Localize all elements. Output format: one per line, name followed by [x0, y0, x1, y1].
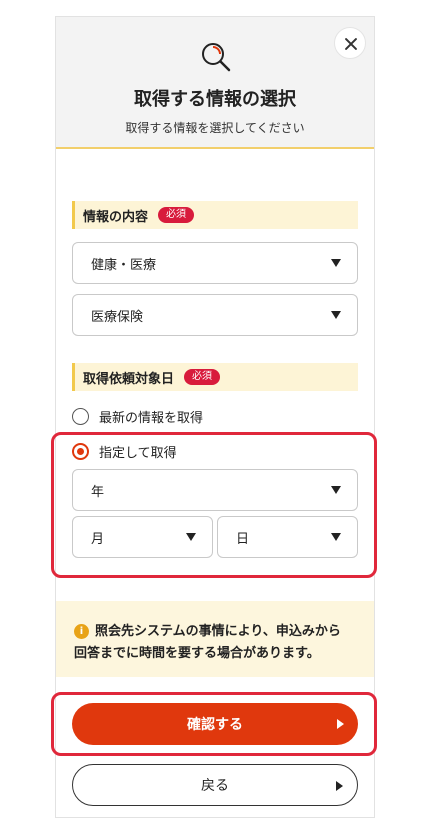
notice-line-1: 照会先システムの事情により、申込みから: [95, 624, 341, 639]
search-icon: [202, 43, 231, 72]
dropdown-caret-icon: [331, 311, 341, 319]
radio-latest-label: 最新の情報を取得: [99, 411, 204, 426]
date-section-label: 取得依頼対象日 必須: [72, 363, 358, 391]
back-button[interactable]: 戻る: [72, 764, 358, 806]
required-badge: 必須: [158, 207, 195, 223]
arrow-right-icon: [336, 781, 343, 791]
radio-latest-option[interactable]: 最新の情報を取得: [72, 407, 203, 426]
close-icon[interactable]: [334, 27, 366, 59]
back-button-label: 戻る: [201, 778, 229, 794]
dropdown-caret-icon: [331, 259, 341, 267]
required-badge: 必須: [184, 369, 221, 385]
modal-subtitle: 取得する情報を選択してください: [125, 121, 305, 135]
info-subcategory-value: 医療保険: [91, 309, 144, 325]
info-section-label: 情報の内容 必須: [72, 201, 358, 229]
notice-box: i 照会先システムの事情により、申込みから 回答までに時間を要する場合があります。: [56, 601, 374, 677]
notice-line-2: 回答までに時間を要する場合があります。: [74, 646, 320, 661]
info-subcategory-select[interactable]: 医療保険: [72, 294, 358, 336]
highlight-date-selection: [51, 432, 377, 578]
radio-unchecked-icon[interactable]: [72, 408, 89, 425]
modal-title: 取得する情報の選択: [134, 89, 296, 110]
info-icon: i: [74, 624, 89, 639]
info-section-title: 情報の内容: [83, 209, 149, 225]
info-category-value: 健康・医療: [91, 257, 157, 273]
modal-header: 取得する情報の選択 取得する情報を選択してください: [56, 17, 374, 149]
highlight-confirm-button: [51, 692, 377, 756]
info-category-select[interactable]: 健康・医療: [72, 242, 358, 284]
date-section-title: 取得依頼対象日: [83, 371, 175, 387]
